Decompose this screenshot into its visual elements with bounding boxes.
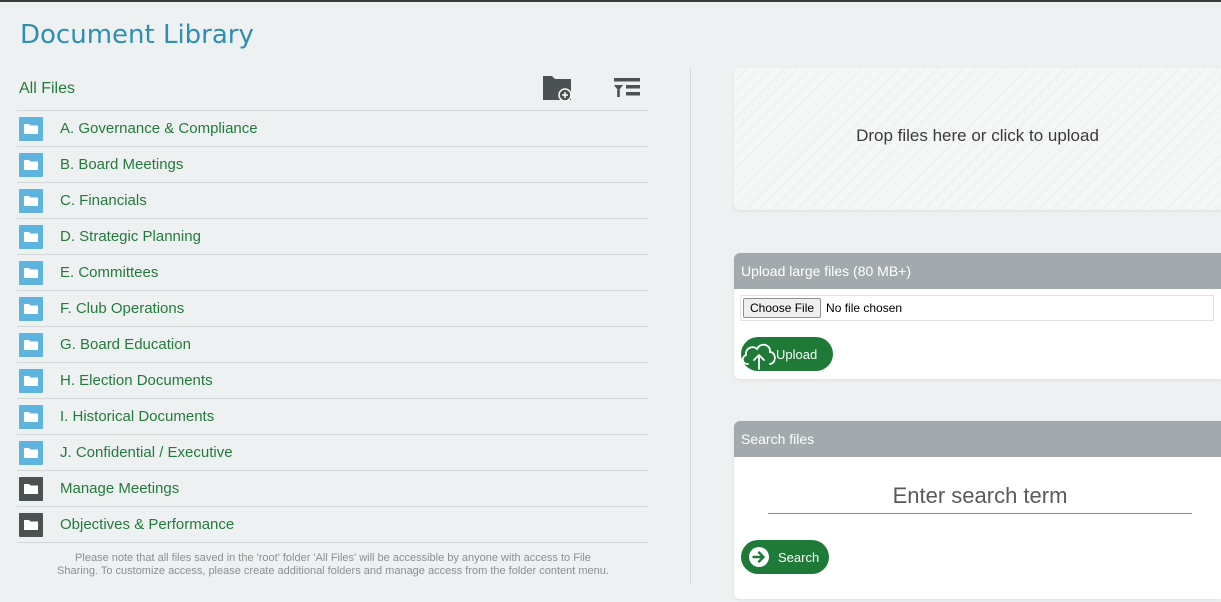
folder-label[interactable]: E. Committees <box>60 264 158 281</box>
folder-row[interactable]: Objectives & Performance <box>17 507 649 543</box>
new-folder-icon <box>543 76 572 102</box>
cloud-upload-icon <box>741 343 776 370</box>
search-header: Search files <box>734 421 1221 457</box>
upload-button-label: Upload <box>776 346 818 362</box>
folder-label[interactable]: J. Confidential / Executive <box>60 444 233 461</box>
new-folder-button[interactable] <box>537 70 577 106</box>
folder-label[interactable]: A. Governance & Compliance <box>60 120 258 137</box>
search-panel: Search files Search <box>734 421 1221 599</box>
page-title: Document Library <box>20 20 254 50</box>
folder-list: A. Governance & Compliance B. Board Meeti… <box>17 111 649 543</box>
folder-label[interactable]: B. Board Meetings <box>60 156 183 173</box>
folder-label[interactable]: Objectives & Performance <box>60 516 234 533</box>
search-input[interactable] <box>768 479 1192 514</box>
files-header: All Files <box>17 66 649 111</box>
upload-large-header: Upload large files (80 MB+) <box>734 253 1221 289</box>
file-input[interactable]: Choose File No file chosen <box>740 295 1214 321</box>
folder-icon <box>19 332 43 357</box>
root-folder-note: Please note that all files saved in the … <box>17 552 649 578</box>
folder-label[interactable]: G. Board Education <box>60 336 191 353</box>
folder-label[interactable]: F. Club Operations <box>60 300 184 317</box>
folder-row[interactable]: F. Club Operations <box>17 291 649 327</box>
folder-icon <box>19 260 43 285</box>
sort-list-icon <box>614 78 640 97</box>
folder-row[interactable]: J. Confidential / Executive <box>17 435 649 471</box>
folder-icon <box>19 188 43 213</box>
folder-icon <box>19 296 43 321</box>
folder-row[interactable]: A. Governance & Compliance <box>17 111 649 147</box>
folder-row[interactable]: D. Strategic Planning <box>17 219 649 255</box>
folder-label[interactable]: H. Election Documents <box>60 372 213 389</box>
root-folder-note-line-2: Sharing. To customize access, please cre… <box>57 565 609 577</box>
upload-large-panel: Upload large files (80 MB+) Choose File … <box>734 253 1221 379</box>
folder-label[interactable]: C. Financials <box>60 192 147 209</box>
file-library-pane: All Files A. Governance & Compliance B. B… <box>17 66 649 543</box>
folder-row[interactable]: C. Financials <box>17 183 649 219</box>
folder-icon <box>19 116 43 141</box>
folder-label[interactable]: Manage Meetings <box>60 480 179 497</box>
dropzone-text: Drop files here or click to upload <box>856 126 1099 145</box>
folder-row[interactable]: I. Historical Documents <box>17 399 649 435</box>
arrow-right-circle-icon <box>749 547 769 567</box>
folder-icon <box>19 368 43 393</box>
folder-row[interactable]: Manage Meetings <box>17 471 649 507</box>
all-files-title[interactable]: All Files <box>19 80 75 98</box>
folder-row[interactable]: B. Board Meetings <box>17 147 649 183</box>
root-folder-note-line-1: Please note that all files saved in the … <box>75 552 591 564</box>
folder-label[interactable]: I. Historical Documents <box>60 408 214 425</box>
folder-icon <box>19 476 43 501</box>
search-button[interactable]: Search <box>741 540 829 574</box>
upload-button[interactable]: Upload <box>741 337 833 371</box>
folder-label[interactable]: D. Strategic Planning <box>60 228 201 245</box>
no-file-chosen-label: No file chosen <box>826 301 903 315</box>
folder-icon <box>19 440 43 465</box>
folder-row[interactable]: H. Election Documents <box>17 363 649 399</box>
sort-button[interactable] <box>607 70 647 106</box>
choose-file-button[interactable]: Choose File <box>743 298 822 318</box>
folder-icon <box>19 512 43 537</box>
search-button-label: Search <box>778 549 820 565</box>
folder-row[interactable]: E. Committees <box>17 255 649 291</box>
folder-icon <box>19 152 43 177</box>
folder-icon <box>19 404 43 429</box>
pane-divider <box>690 68 691 584</box>
dropzone[interactable]: Drop files here or click to upload <box>734 68 1221 210</box>
folder-row[interactable]: G. Board Education <box>17 327 649 363</box>
folder-icon <box>19 224 43 249</box>
